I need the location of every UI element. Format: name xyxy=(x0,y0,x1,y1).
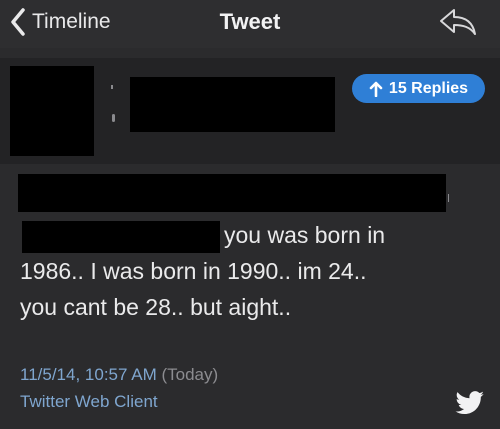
tweet-line-2: 1986.. I was born in 1990.. im 24.. xyxy=(20,258,367,284)
text-fragment xyxy=(112,114,115,122)
tweet-body: you was born in 1986.. I was born in 199… xyxy=(20,217,480,325)
tweet-timestamp: 11/5/14, 10:57 AM (Today) xyxy=(20,365,218,385)
arrow-up-icon xyxy=(369,81,383,97)
redacted-parent-text xyxy=(130,77,335,132)
relative-time: (Today) xyxy=(161,365,219,384)
timestamp-value: 11/5/14, 10:57 AM xyxy=(20,365,157,384)
text-fragment xyxy=(111,85,113,89)
tweet-line-1: you was born in xyxy=(224,222,386,248)
redacted-author xyxy=(18,174,446,212)
twitter-bird-icon xyxy=(455,391,484,415)
tweet-line-3: you cant be 28.. but aight.. xyxy=(20,294,292,320)
page-title: Tweet xyxy=(219,9,281,34)
reply-arrow-icon[interactable] xyxy=(438,7,478,37)
text-fragment xyxy=(448,194,449,202)
replies-button-label: 15 Replies xyxy=(388,79,469,97)
tweet-client-link[interactable]: Twitter Web Client xyxy=(20,392,158,412)
navigation-bar: Timeline Tweet xyxy=(0,0,500,48)
replies-button[interactable]: 15 Replies xyxy=(352,74,485,103)
redacted-avatar xyxy=(10,66,94,156)
